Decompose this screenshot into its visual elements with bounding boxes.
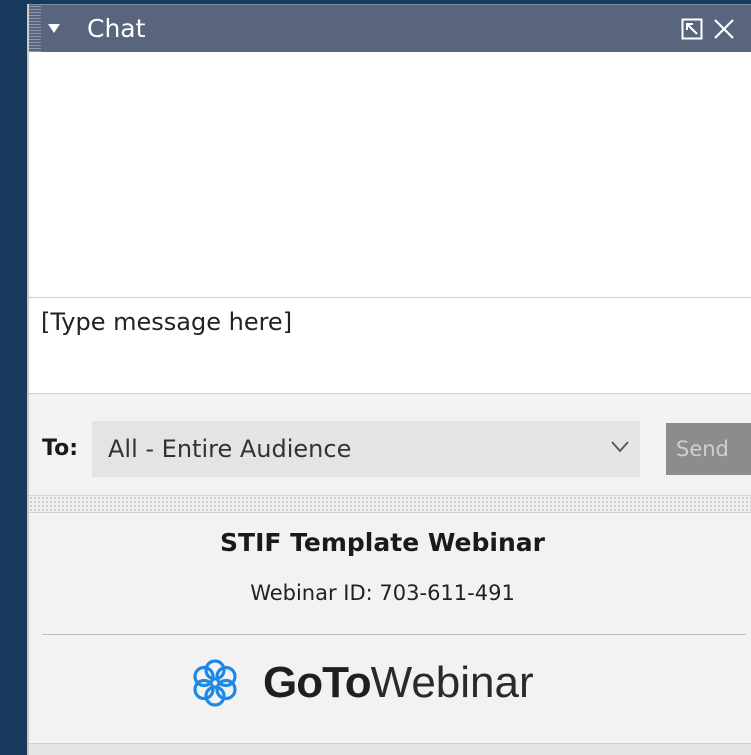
popout-icon[interactable] — [681, 18, 703, 40]
chat-panel: Chat To: All - Entire Audience Send STIF… — [27, 4, 751, 755]
drag-grip[interactable] — [29, 5, 41, 52]
gotowebinar-logo: GoTo Webinar — [189, 653, 534, 713]
brand-webinar: Webinar — [370, 658, 534, 707]
send-button[interactable]: Send — [666, 423, 751, 475]
panel-title: Chat — [87, 14, 146, 43]
to-label: To: — [42, 436, 78, 461]
resize-divider[interactable] — [29, 495, 751, 513]
audience-selected-value: All - Entire Audience — [108, 435, 352, 463]
collapse-arrow-icon[interactable] — [48, 24, 60, 33]
close-icon[interactable] — [712, 17, 736, 41]
bottom-strip — [29, 743, 751, 755]
webinar-id: Webinar ID: 703-611-491 — [250, 581, 515, 605]
info-divider — [42, 634, 746, 635]
audience-dropdown[interactable]: All - Entire Audience — [92, 421, 640, 477]
chat-messages-area — [29, 52, 751, 298]
webinar-title: STIF Template Webinar — [220, 528, 545, 557]
brand-goto: GoTo — [263, 658, 372, 707]
gotowebinar-flower-icon — [193, 659, 237, 707]
chat-titlebar[interactable]: Chat — [29, 4, 751, 52]
webinar-info: STIF Template Webinar Webinar ID: 703-61… — [29, 513, 751, 755]
recipient-row: To: All - Entire Audience Send — [29, 395, 751, 495]
chevron-down-icon — [611, 441, 629, 453]
message-input[interactable] — [29, 298, 751, 394]
